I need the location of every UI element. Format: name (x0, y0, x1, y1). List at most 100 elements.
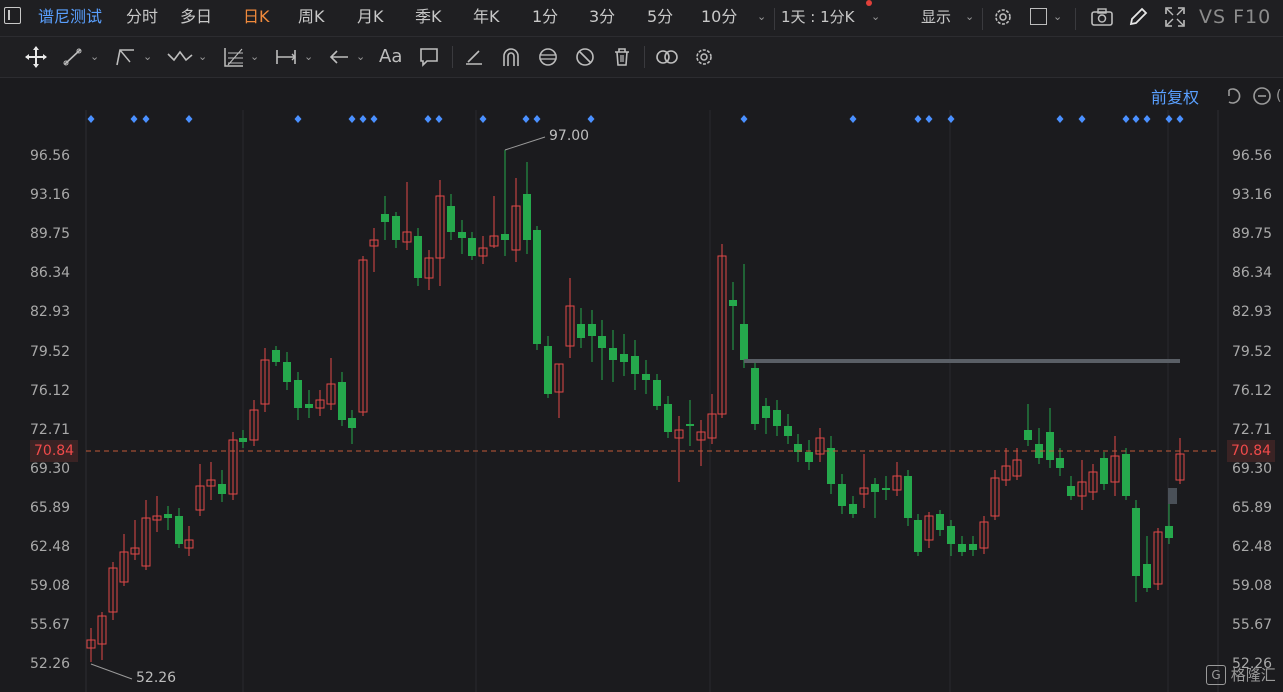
comment-tool-icon[interactable] (418, 46, 440, 68)
candle-body-down (914, 520, 922, 552)
wave-tool-icon[interactable] (166, 46, 194, 68)
event-marker-icon (925, 115, 933, 123)
candle-body-down (969, 544, 977, 550)
period-tab-3min[interactable]: 3分 (589, 0, 615, 36)
candle-body-down (1046, 432, 1054, 460)
measure-range-icon[interactable] (274, 46, 298, 68)
arrow-tool-icon[interactable] (328, 46, 350, 68)
event-marker-icon (1165, 115, 1173, 123)
current-price-label-left: 70.84 (30, 440, 79, 462)
display-menu[interactable]: 显示 (921, 0, 951, 36)
event-marker-icon (424, 115, 432, 123)
candle-body-down (577, 324, 585, 338)
undo-icon[interactable] (1225, 86, 1245, 106)
multi-period-select[interactable]: 1天 : 1分K (781, 0, 855, 36)
candle-body-down (762, 406, 770, 418)
camera-icon[interactable] (1090, 7, 1114, 27)
candle-body-down (1024, 430, 1032, 440)
period-tab-multiday[interactable]: 多日 (180, 0, 212, 36)
candle-body-down (598, 336, 606, 348)
candle-body-down (838, 484, 846, 506)
candle-body-down (686, 424, 694, 426)
delete-trash-icon[interactable] (611, 46, 633, 68)
compare-overlay-icon[interactable] (654, 46, 680, 68)
event-marker-icon (435, 115, 443, 123)
price-tick-label: 82.93 (30, 304, 71, 321)
measure-chevron-icon[interactable]: ⌄ (304, 40, 313, 76)
divider (644, 46, 645, 68)
candle-body-down (283, 362, 291, 382)
period-tab-intraday[interactable]: 分时 (126, 0, 158, 36)
polyline-chevron-icon[interactable]: ⌄ (143, 40, 152, 76)
candle-body-down (631, 356, 639, 374)
candlestick-chart[interactable] (0, 77, 1283, 692)
watermark-logo: G 格隆汇 (1206, 664, 1276, 686)
continuous-draw-icon[interactable] (537, 46, 559, 68)
candle-body-down (164, 514, 172, 518)
period-tab-5min[interactable]: 5分 (647, 0, 673, 36)
low-annotation-leader (90, 663, 133, 680)
watermark-text: 格隆汇 (1230, 666, 1276, 684)
layout-chevron-icon[interactable]: ⌄ (1053, 0, 1062, 36)
polyline-tool-icon[interactable] (114, 46, 138, 68)
move-arrows-icon[interactable] (24, 45, 48, 69)
price-tick-label: 52.26 (30, 656, 71, 673)
candle-body-down (544, 346, 552, 394)
candle-body-down (1122, 454, 1130, 496)
fullscreen-icon[interactable] (1164, 6, 1186, 28)
period-tab-daily[interactable]: 日K (243, 0, 270, 36)
price-tick-label: 76.12 (30, 382, 71, 399)
price-tick-label: 59.08 (1232, 578, 1273, 595)
period-tab-10min[interactable]: 10分 (701, 0, 737, 36)
fibonacci-tool-icon[interactable] (222, 45, 246, 69)
price-tick-label: 89.75 (30, 226, 71, 243)
period-tab-yearly[interactable]: 年K (473, 0, 500, 36)
line-tool-chevron-icon[interactable]: ⌄ (90, 40, 99, 76)
text-tool-icon[interactable]: Aa (379, 46, 402, 68)
adjust-mode-forward[interactable]: 前复权 (1151, 84, 1199, 108)
settings-gear-icon[interactable] (992, 6, 1014, 28)
arrow-chevron-icon[interactable]: ⌄ (356, 40, 365, 76)
candle-body-down (381, 214, 389, 222)
candle-body-down (533, 230, 541, 344)
pencil-icon[interactable] (1127, 6, 1149, 28)
candle-body-down (958, 544, 966, 552)
more-periods-chevron-icon[interactable]: ⌄ (757, 0, 766, 36)
event-marker-icon (359, 115, 367, 123)
candle-body-down (501, 234, 509, 240)
sidebar-toggle-icon[interactable] (4, 7, 21, 24)
fibonacci-chevron-icon[interactable]: ⌄ (250, 40, 259, 76)
period-tab-monthly[interactable]: 月K (357, 0, 384, 36)
candle-body-down (348, 418, 356, 428)
event-marker-icon (479, 115, 487, 123)
period-tab-weekly[interactable]: 周K (298, 0, 325, 36)
event-marker-icon (1176, 115, 1184, 123)
price-tick-label: 65.89 (30, 499, 71, 516)
watermark-g-icon: G (1206, 664, 1226, 685)
stock-name[interactable]: 谱尼测试 (38, 0, 102, 36)
price-tick-label: 86.34 (30, 265, 71, 282)
event-marker-icon (130, 115, 138, 123)
period-tab-1min[interactable]: 1分 (532, 0, 558, 36)
zoom-more-icon[interactable]: ( (1276, 88, 1281, 104)
current-price-label-right: 70.84 (1227, 440, 1276, 462)
line-segment-icon[interactable] (62, 46, 84, 68)
event-marker-icon (1122, 115, 1130, 123)
divider (1075, 8, 1076, 30)
candle-body-down (414, 236, 422, 278)
display-chevron-icon[interactable]: ⌄ (965, 0, 974, 36)
compare-f10-button[interactable]: VS F10 (1199, 0, 1271, 36)
zoom-out-icon[interactable] (1252, 86, 1272, 106)
magnet-icon[interactable] (500, 46, 522, 68)
layout-square-icon[interactable] (1030, 8, 1047, 25)
wave-chevron-icon[interactable]: ⌄ (198, 40, 207, 76)
hide-drawings-icon[interactable] (574, 46, 596, 68)
draw-style-icon[interactable] (463, 46, 485, 68)
event-marker-icon (142, 115, 150, 123)
candle-body-down (740, 324, 748, 360)
toolbar-settings-gear-icon[interactable] (693, 46, 715, 68)
multi-period-chevron-icon[interactable]: ⌄ (871, 0, 880, 36)
candle-body-down (664, 404, 672, 432)
price-tick-label: 72.71 (1232, 421, 1273, 438)
period-tab-quarterly[interactable]: 季K (415, 0, 442, 36)
